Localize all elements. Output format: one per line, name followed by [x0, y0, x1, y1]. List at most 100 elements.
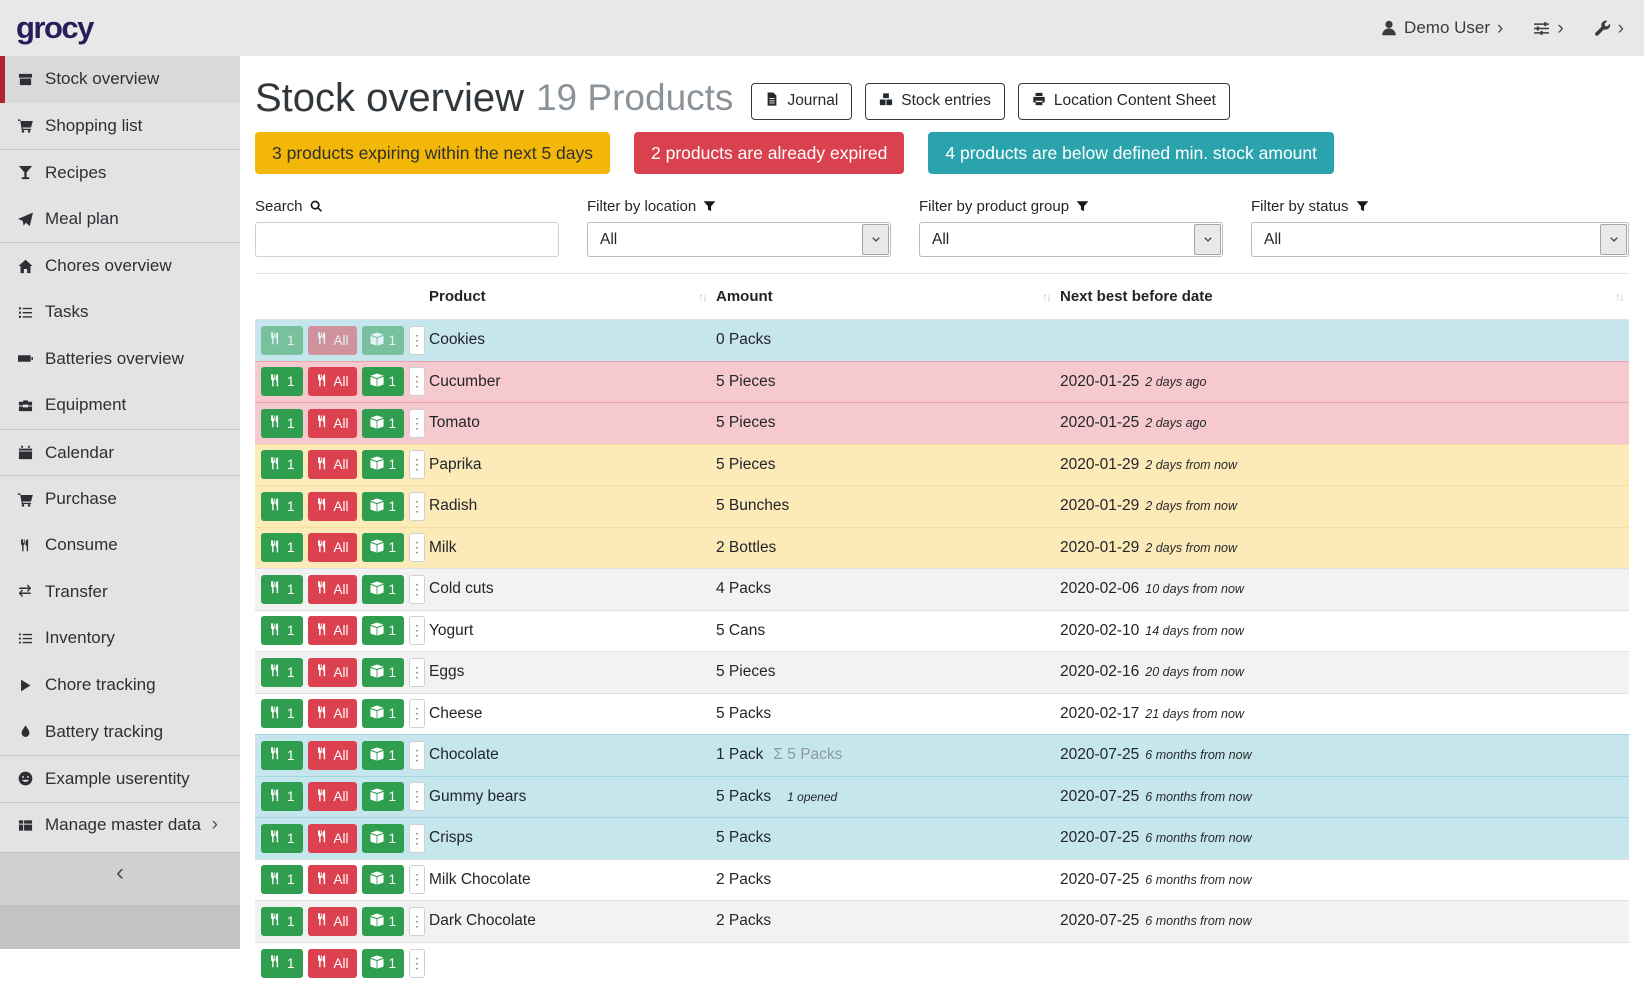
- sidebar-item-example-userentity[interactable]: Example userentity: [0, 755, 240, 802]
- admin-menu[interactable]: ›: [1594, 19, 1624, 38]
- open-one-button[interactable]: 1: [362, 824, 405, 853]
- open-one-button[interactable]: 1: [362, 326, 405, 355]
- consume-all-button[interactable]: All: [308, 492, 357, 521]
- row-menu-button[interactable]: ⋮: [409, 533, 425, 562]
- consume-all-button[interactable]: All: [308, 575, 357, 604]
- consume-all-button[interactable]: All: [308, 616, 357, 645]
- consume-one-button[interactable]: 1: [261, 741, 303, 770]
- consume-all-button[interactable]: All: [308, 782, 357, 811]
- consume-all-button[interactable]: All: [308, 949, 357, 978]
- filter-by-product-group-select[interactable]: All: [919, 222, 1223, 257]
- sidebar-item-manage-master-data[interactable]: Manage master data ›: [0, 802, 240, 849]
- row-menu-button[interactable]: ⋮: [409, 575, 425, 604]
- open-one-button[interactable]: 1: [362, 782, 405, 811]
- row-menu-button[interactable]: ⋮: [409, 949, 425, 978]
- search-input[interactable]: [255, 222, 559, 257]
- consume-all-button[interactable]: All: [308, 658, 357, 687]
- location-content-sheet-button[interactable]: Location Content Sheet: [1018, 83, 1230, 120]
- settings-menu[interactable]: ›: [1533, 19, 1563, 38]
- column-header-next-best-before-date[interactable]: Next best before date ↑↓: [1056, 274, 1629, 320]
- consume-one-button[interactable]: 1: [261, 658, 303, 687]
- consume-all-button[interactable]: All: [308, 326, 357, 355]
- row-menu-button[interactable]: ⋮: [409, 865, 425, 894]
- open-one-button[interactable]: 1: [362, 949, 405, 978]
- consume-one-button[interactable]: 1: [261, 492, 303, 521]
- sidebar-item-inventory[interactable]: Inventory: [0, 615, 240, 662]
- status-banner[interactable]: 3 products expiring within the next 5 da…: [255, 132, 610, 174]
- consume-one-button[interactable]: 1: [261, 782, 303, 811]
- consume-one-button[interactable]: 1: [261, 409, 303, 438]
- row-menu-button[interactable]: ⋮: [409, 824, 425, 853]
- column-header-amount[interactable]: Amount ↑↓: [712, 274, 1056, 320]
- filter-by-location-select[interactable]: All: [587, 222, 891, 257]
- sidebar-item-purchase[interactable]: Purchase: [0, 475, 240, 522]
- row-menu-button[interactable]: ⋮: [409, 616, 425, 645]
- consume-all-button[interactable]: All: [308, 409, 357, 438]
- sidebar-item-recipes[interactable]: Recipes: [0, 149, 240, 196]
- sidebar-item-meal-plan[interactable]: Meal plan: [0, 196, 240, 243]
- consume-one-button[interactable]: 1: [261, 824, 303, 853]
- row-menu-button[interactable]: ⋮: [409, 409, 425, 438]
- consume-one-button[interactable]: 1: [261, 326, 303, 355]
- row-menu-button[interactable]: ⋮: [409, 367, 425, 396]
- row-menu-button[interactable]: ⋮: [409, 782, 425, 811]
- consume-one-button[interactable]: 1: [261, 616, 303, 645]
- open-one-button[interactable]: 1: [362, 741, 405, 770]
- best-before-relative: 6 months from now: [1145, 873, 1251, 887]
- sidebar-item-batteries-overview[interactable]: Batteries overview: [0, 336, 240, 383]
- consume-all-button[interactable]: All: [308, 865, 357, 894]
- open-one-button[interactable]: 1: [362, 907, 405, 936]
- consume-all-button[interactable]: All: [308, 367, 357, 396]
- sidebar-item-calendar[interactable]: Calendar: [0, 429, 240, 476]
- consume-all-button[interactable]: All: [308, 699, 357, 728]
- consume-one-button[interactable]: 1: [261, 533, 303, 562]
- consume-one-button[interactable]: 1: [261, 575, 303, 604]
- sidebar-item-transfer[interactable]: ⇄ Transfer: [0, 569, 240, 616]
- row-menu-button[interactable]: ⋮: [409, 699, 425, 728]
- open-one-button[interactable]: 1: [362, 616, 405, 645]
- column-header-product[interactable]: Product ↑↓: [425, 274, 712, 320]
- sidebar-item-consume[interactable]: Consume: [0, 522, 240, 569]
- open-one-button[interactable]: 1: [362, 865, 405, 894]
- open-one-button[interactable]: 1: [362, 658, 405, 687]
- consume-all-button[interactable]: All: [308, 450, 357, 479]
- open-one-button[interactable]: 1: [362, 450, 405, 479]
- user-menu[interactable]: Demo User ›: [1381, 18, 1503, 38]
- open-one-button[interactable]: 1: [362, 699, 405, 728]
- sidebar-item-stock-overview[interactable]: Stock overview: [0, 56, 240, 103]
- sidebar-item-shopping-list[interactable]: Shopping list: [0, 103, 240, 150]
- open-one-button[interactable]: 1: [362, 533, 405, 562]
- consume-all-button[interactable]: All: [308, 741, 357, 770]
- open-one-button[interactable]: 1: [362, 367, 405, 396]
- row-menu-button[interactable]: ⋮: [409, 741, 425, 770]
- row-menu-button[interactable]: ⋮: [409, 450, 425, 479]
- sidebar-item-tasks[interactable]: Tasks: [0, 289, 240, 336]
- filter-by-status-select[interactable]: All: [1251, 222, 1629, 257]
- sidebar-item-equipment[interactable]: Equipment: [0, 382, 240, 429]
- consume-all-button[interactable]: All: [308, 907, 357, 936]
- consume-one-button[interactable]: 1: [261, 907, 303, 936]
- open-one-button[interactable]: 1: [362, 409, 405, 438]
- open-one-button[interactable]: 1: [362, 575, 405, 604]
- open-one-button[interactable]: 1: [362, 492, 405, 521]
- status-banner[interactable]: 2 products are already expired: [634, 132, 904, 174]
- row-menu-button[interactable]: ⋮: [409, 492, 425, 521]
- consume-one-button[interactable]: 1: [261, 699, 303, 728]
- sidebar-collapse-button[interactable]: ‹: [0, 853, 240, 893]
- consume-all-button[interactable]: All: [308, 824, 357, 853]
- consume-one-button[interactable]: 1: [261, 450, 303, 479]
- consume-one-button[interactable]: 1: [261, 367, 303, 396]
- consume-one-button[interactable]: 1: [261, 865, 303, 894]
- sidebar-item-chore-tracking[interactable]: Chore tracking: [0, 662, 240, 709]
- grocy-logo[interactable]: grocy: [16, 10, 93, 46]
- consume-one-button[interactable]: 1: [261, 949, 303, 978]
- row-menu-button[interactable]: ⋮: [409, 658, 425, 687]
- sidebar-item-chores-overview[interactable]: Chores overview: [0, 242, 240, 289]
- journal-button[interactable]: Journal: [751, 83, 852, 120]
- row-menu-button[interactable]: ⋮: [409, 907, 425, 936]
- row-menu-button[interactable]: ⋮: [409, 326, 425, 355]
- sidebar-item-battery-tracking[interactable]: Battery tracking: [0, 708, 240, 755]
- stock-entries-button[interactable]: Stock entries: [865, 83, 1005, 120]
- consume-all-button[interactable]: All: [308, 533, 357, 562]
- status-banner[interactable]: 4 products are below defined min. stock …: [928, 132, 1334, 174]
